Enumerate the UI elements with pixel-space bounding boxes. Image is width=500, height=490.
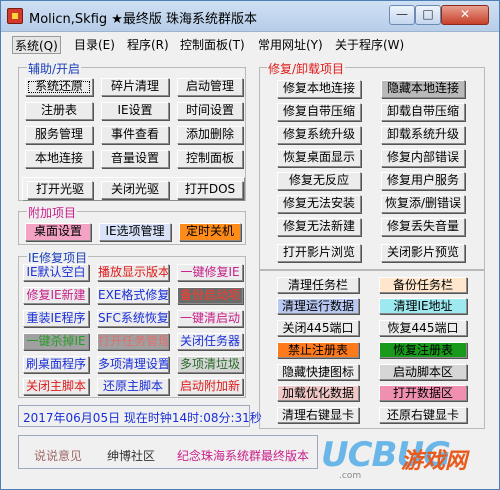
- open-task-manager-button[interactable]: 打开任务管理: [97, 333, 169, 350]
- repair-ie-button[interactable]: 一键修复IE: [177, 264, 243, 281]
- repair-update-button[interactable]: 修复系统升级: [277, 126, 361, 144]
- kill-ie-button[interactable]: 一键杀掉IE: [23, 333, 89, 350]
- restore-context-gpu-button[interactable]: 还原右键显卡: [379, 407, 467, 423]
- repair-ie-new-button[interactable]: 修复IE新建: [23, 287, 89, 304]
- window-title: Molicn,Skfig ★最终版 珠海系统群版本: [29, 12, 258, 27]
- close-task-manager-button[interactable]: 关闭任务器: [177, 333, 243, 350]
- repair-user-service-button[interactable]: 修复用户服务: [381, 172, 465, 190]
- close-button[interactable]: ✕: [441, 5, 489, 25]
- restore-main-script-button[interactable]: 还原主脚本: [97, 378, 169, 395]
- scheduled-shutdown-button[interactable]: 定时关机: [179, 223, 241, 241]
- repair-volume-button[interactable]: 修复丢失音量: [381, 218, 465, 236]
- repair-internal-error-button[interactable]: 修复内部错误: [381, 149, 465, 167]
- backup-taskbar-button[interactable]: 备份任务栏: [379, 277, 467, 293]
- disable-registry-button[interactable]: 禁止注册表: [277, 342, 359, 358]
- menu-system[interactable]: 系统(Q): [12, 36, 61, 54]
- start-script-area-button[interactable]: 启动脚本区: [379, 364, 467, 380]
- memorial-link[interactable]: 纪念珠海系统群最终版本: [177, 447, 309, 464]
- startup-manager-button[interactable]: 启动管理: [177, 78, 243, 96]
- minimize-button[interactable]: —: [389, 5, 415, 25]
- local-connection-button[interactable]: 本地连接: [25, 150, 93, 168]
- feedback-link[interactable]: 说说意见: [34, 447, 82, 464]
- backup-startup-button[interactable]: 备份启动项: [177, 287, 243, 304]
- clear-run-data-button[interactable]: 清理运行数据: [277, 298, 359, 314]
- open-cdrom-button[interactable]: 打开光驱: [27, 181, 93, 199]
- menu-about[interactable]: 关于程序(W): [335, 36, 404, 54]
- close-port-445-button[interactable]: 关闭445端口: [277, 320, 359, 336]
- time-settings-button[interactable]: 时间设置: [177, 102, 243, 120]
- menu-programs[interactable]: 程序(R): [127, 36, 169, 54]
- title-bar: Molicn,Skfig ★最终版 珠海系统群版本 — □ ✕: [1, 1, 499, 32]
- clear-ie-address-button[interactable]: 清理IE地址: [379, 298, 467, 314]
- cleanup-settings-button[interactable]: 多项清理设置: [97, 356, 169, 373]
- refresh-desktop-button[interactable]: 刷桌面程序: [23, 356, 89, 373]
- clear-taskbar-button[interactable]: 清理任务栏: [277, 277, 359, 293]
- registry-button[interactable]: 注册表: [25, 102, 93, 120]
- hide-local-connection-button[interactable]: 隐藏本地连接: [381, 80, 465, 98]
- show-version-button[interactable]: 播放显示版本: [97, 264, 169, 281]
- restore-desktop-button[interactable]: 恢复桌面显示: [277, 149, 361, 167]
- repair-new-button[interactable]: 修复无法新建: [277, 218, 361, 236]
- clear-context-gpu-button[interactable]: 清理右键显卡: [277, 407, 359, 423]
- menu-control-panel[interactable]: 控制面板(T): [180, 36, 245, 54]
- event-viewer-button[interactable]: 事件查看: [101, 126, 169, 144]
- menu-common-urls[interactable]: 常用网址(Y): [258, 36, 323, 54]
- defrag-button[interactable]: 碎片清理: [101, 78, 169, 96]
- watermark-cn: 游戏网: [401, 449, 468, 474]
- exe-format-repair-button[interactable]: EXE格式修复: [97, 287, 169, 304]
- clear-startup-button[interactable]: 一键清启动: [177, 310, 243, 327]
- desktop-settings-button[interactable]: 桌面设置: [25, 223, 91, 241]
- open-dos-button[interactable]: 打开DOS: [177, 181, 243, 199]
- restore-add-remove-button[interactable]: 恢复添/删错误: [381, 195, 465, 213]
- system-restore-button[interactable]: 系统还原: [25, 78, 93, 96]
- uninstall-zip-button[interactable]: 卸载自带压缩: [381, 103, 465, 121]
- uninstall-update-button[interactable]: 卸载系统升级: [381, 126, 465, 144]
- clean-garbage-button[interactable]: 多项清垃圾: [177, 356, 243, 373]
- repair-install-button[interactable]: 修复无法安装: [277, 195, 361, 213]
- watermark: UCBUG 游戏网 .com: [321, 431, 497, 487]
- app-icon: [7, 8, 23, 24]
- ie-options-button[interactable]: IE选项管理: [99, 223, 171, 241]
- sfc-restore-button[interactable]: SFC系统恢复: [97, 310, 169, 327]
- repair-local-connection-button[interactable]: 修复本地连接: [277, 80, 361, 98]
- close-cdrom-button[interactable]: 关闭光驱: [101, 181, 169, 199]
- status-clock: 2017年06月05日 现在时钟14时:08分:31秒: [23, 411, 262, 425]
- restore-registry-button[interactable]: 恢复注册表: [379, 342, 467, 358]
- open-data-area-button[interactable]: 打开数据区: [379, 385, 467, 401]
- main-window: Molicn,Skfig ★最终版 珠海系统群版本 — □ ✕ 系统(Q) 目录…: [0, 0, 500, 490]
- reinstall-ie-button[interactable]: 重装IE程序: [23, 310, 89, 327]
- extra-section-title: 附加项目: [27, 204, 78, 221]
- restore-port-445-button[interactable]: 恢复445端口: [379, 320, 467, 336]
- maximize-button[interactable]: □: [415, 5, 441, 25]
- watermark-url: .com: [339, 471, 362, 481]
- community-link[interactable]: 绅博社区: [107, 447, 155, 464]
- ie-settings-button[interactable]: IE设置: [101, 102, 169, 120]
- start-extra-button[interactable]: 启动附加新: [177, 378, 243, 395]
- hide-shortcut-icon-button[interactable]: 隐藏快捷图标: [277, 364, 359, 380]
- add-remove-button[interactable]: 添加删除: [177, 126, 243, 144]
- volume-settings-button[interactable]: 音量设置: [101, 150, 169, 168]
- repair-zip-button[interactable]: 修复自带压缩: [277, 103, 361, 121]
- ie-default-blank-button[interactable]: IE默认空白: [23, 264, 89, 281]
- close-main-script-button[interactable]: 关闭主脚本: [23, 378, 89, 395]
- menu-directory[interactable]: 目录(E): [74, 36, 115, 54]
- aux-section-title: 辅助/开启: [27, 60, 82, 77]
- service-manager-button[interactable]: 服务管理: [25, 126, 93, 144]
- status-box: 2017年06月05日 现在时钟14时:08分:31秒: [18, 405, 262, 427]
- close-video-preview-button[interactable]: 关闭影片预览: [381, 244, 465, 262]
- repair-no-response-button[interactable]: 修复无反应: [277, 172, 361, 190]
- menu-bar: 系统(Q) 目录(E) 程序(R) 控制面板(T) 常用网址(Y) 关于程序(W…: [2, 35, 498, 55]
- repair-section-title: 修复/卸载项目: [267, 60, 346, 77]
- load-optimize-data-button[interactable]: 加载优化数据: [277, 385, 359, 401]
- open-video-preview-button[interactable]: 打开影片浏览: [277, 244, 361, 262]
- control-panel-button[interactable]: 控制面板: [177, 150, 243, 168]
